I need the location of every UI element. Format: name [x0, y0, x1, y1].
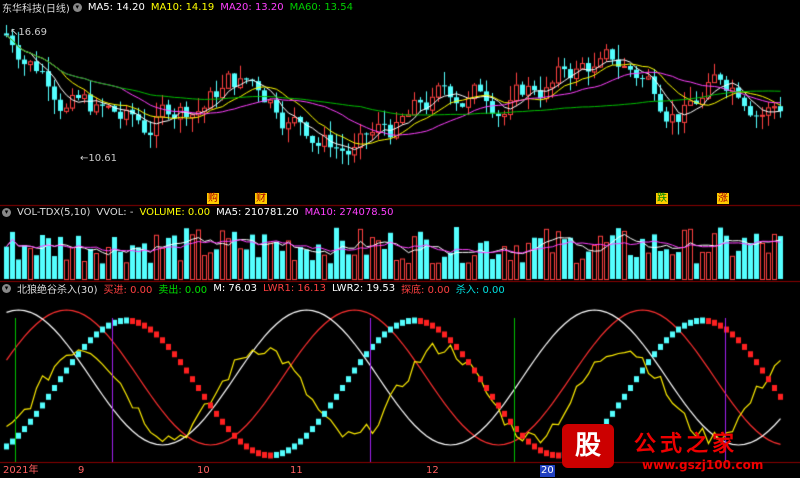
volume-panel-header: ▾ VOL-TDX(5,10) VVOL: - VOLUME: 0.00 MA5…	[2, 206, 399, 218]
event-tag-down[interactable]: 跌	[656, 193, 668, 204]
volume-dropdown-icon[interactable]: ▾	[2, 207, 11, 217]
indicator-dropdown-icon[interactable]: ▾	[2, 283, 11, 293]
event-tag-up[interactable]: 涨	[717, 193, 729, 204]
stock-title[interactable]: 东华科技(日线)	[2, 0, 70, 15]
vvol-label: VVOL: -	[96, 206, 134, 218]
buy-label: 买进: 0.00	[103, 284, 153, 296]
volume-label: VOLUME: 0.00	[139, 206, 211, 218]
high-price-value: 16.69	[18, 27, 48, 38]
axis-label-sep: 9	[78, 465, 85, 476]
axis-label-oct: 10	[197, 465, 210, 476]
sell-label: 卖出: 0.00	[158, 284, 208, 296]
low-price-value: 10.61	[88, 153, 118, 164]
vol-ma10-label: MA10: 274078.50	[304, 206, 394, 218]
high-price-label: ↖16.69	[10, 27, 48, 38]
logo-badge: 股	[562, 424, 614, 468]
ma60-label: MA60: 13.54	[289, 1, 353, 13]
logo-name: 公式之家	[634, 431, 739, 457]
event-tag-finance[interactable]: 财	[255, 193, 267, 204]
ma5-label: MA5: 14.20	[87, 1, 145, 13]
vol-ma5-label: MA5: 210781.20	[216, 206, 299, 218]
vol-title[interactable]: VOL-TDX(5,10)	[17, 207, 90, 218]
main-panel-header: 东华科技(日线) ▾ MA5: 14.20 MA10: 14.19 MA20: …	[2, 0, 359, 15]
indicator-title[interactable]: 北狼绝谷杀入(30)	[17, 281, 98, 296]
lwr1-label: LWR1: 16.13	[263, 282, 327, 294]
kill-label: 杀入: 0.00	[455, 284, 505, 296]
lwr2-label: LWR2: 19.53	[332, 282, 396, 294]
ma10-label: MA10: 14.19	[150, 1, 215, 13]
indicator-panel-header: ▾ 北狼绝谷杀入(30) 买进: 0.00 卖出: 0.00 M: 76.03 …	[2, 281, 511, 296]
watermark-logo: 股 公式之家 www.gszj100.com	[562, 424, 800, 478]
kline-chart-canvas[interactable]	[0, 0, 800, 478]
bottom-label: 探底: 0.00	[401, 284, 450, 296]
logo-url: www.gszj100.com	[642, 458, 764, 472]
axis-label-year: 2021年	[3, 465, 39, 476]
axis-label-dec: 12	[426, 465, 439, 476]
ma20-label: MA20: 13.20	[220, 1, 284, 13]
event-tag-buy[interactable]: 购	[207, 193, 219, 204]
low-price-label: ←10.61	[80, 153, 118, 164]
settings-dropdown-icon[interactable]: ▾	[72, 2, 82, 12]
axis-label-cursor: 20	[540, 465, 555, 477]
m-label: M: 76.03	[213, 282, 257, 294]
axis-label-nov: 11	[290, 465, 303, 476]
